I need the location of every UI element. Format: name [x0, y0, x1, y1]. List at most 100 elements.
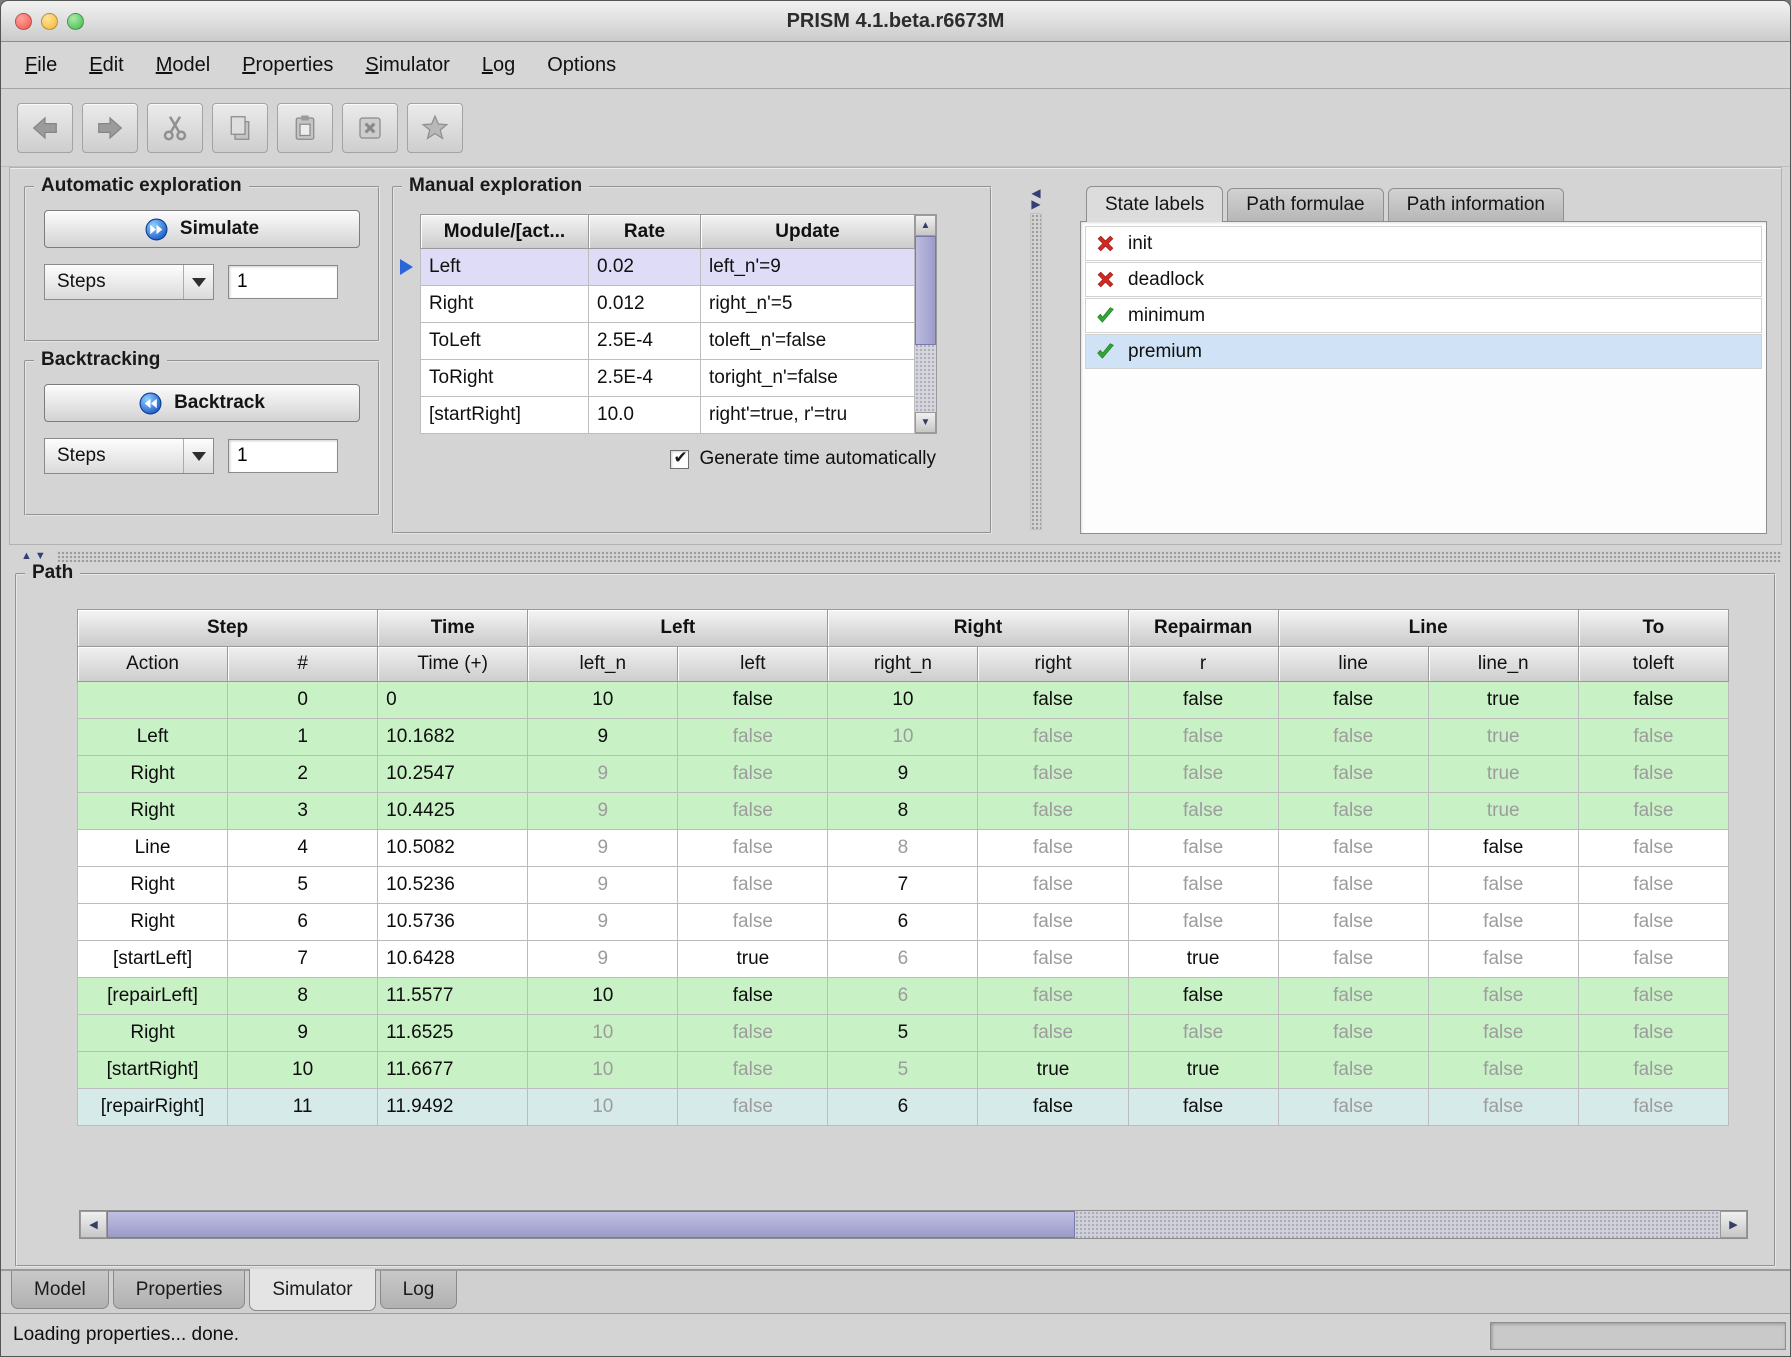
manual-cell[interactable]: [startRight]	[421, 397, 589, 434]
path-cell[interactable]: [repairRight]	[78, 1089, 228, 1126]
path-cell[interactable]: [startLeft]	[78, 941, 228, 978]
manual-row[interactable]: ToLeft2.5E-4toleft_n'=false	[421, 323, 915, 360]
traffic-light-close-button[interactable]	[15, 13, 32, 30]
path-row[interactable]: Right210.25479false9falsefalsefalsetruef…	[78, 756, 1729, 793]
path-cell[interactable]: false	[1128, 1015, 1278, 1052]
path-cell[interactable]: false	[978, 682, 1128, 719]
manual-cell[interactable]: ToRight	[421, 360, 589, 397]
tab-path-formulae[interactable]: Path formulae	[1227, 188, 1383, 221]
path-cell[interactable]: false	[1428, 1089, 1578, 1126]
path-cell[interactable]: 9	[528, 904, 678, 941]
path-cell[interactable]: false	[1128, 1089, 1278, 1126]
tab-state-labels[interactable]: State labels	[1086, 186, 1223, 222]
path-cell[interactable]: Right	[78, 867, 228, 904]
path-cell[interactable]: Right	[78, 1015, 228, 1052]
menu-item-properties[interactable]: Properties	[226, 54, 349, 77]
path-row[interactable]: [repairRight]1111.949210false6falsefalse…	[78, 1089, 1729, 1126]
path-cell[interactable]: 10	[828, 719, 978, 756]
path-cell[interactable]: false	[1278, 1052, 1428, 1089]
path-cell[interactable]: 10	[528, 978, 678, 1015]
path-cell[interactable]: false	[678, 978, 828, 1015]
path-cell[interactable]: false	[1578, 682, 1728, 719]
traffic-light-minimize-button[interactable]	[41, 13, 58, 30]
manual-cell[interactable]: 0.02	[589, 249, 701, 286]
path-cell[interactable]: 10	[528, 1052, 678, 1089]
path-cell[interactable]: false	[1128, 719, 1278, 756]
path-cell[interactable]: true	[1428, 682, 1578, 719]
manual-row[interactable]: [startRight]10.0right'=true, r'=tru	[421, 397, 915, 434]
path-cell[interactable]: 6	[828, 1089, 978, 1126]
state-label-premium[interactable]: premium	[1085, 334, 1762, 369]
path-cell[interactable]: false	[1128, 867, 1278, 904]
bottom-tab-properties[interactable]: Properties	[113, 1271, 246, 1309]
path-cell[interactable]: false	[978, 1089, 1128, 1126]
manual-scroll-thumb[interactable]	[915, 236, 936, 345]
horizontal-splitter[interactable]: ▲▼	[9, 547, 1782, 565]
path-cell[interactable]: 10.2547	[378, 756, 528, 793]
path-cell[interactable]: 3	[228, 793, 378, 830]
vertical-splitter-handle[interactable]	[1030, 213, 1042, 530]
path-cell[interactable]: false	[1278, 719, 1428, 756]
manual-row[interactable]: ToRight2.5E-4toright_n'=false	[421, 360, 915, 397]
path-cell[interactable]: false	[1278, 756, 1428, 793]
path-cell[interactable]: false	[978, 830, 1128, 867]
path-cell[interactable]: 10.5736	[378, 904, 528, 941]
scroll-down-icon[interactable]: ▼	[915, 412, 936, 433]
path-cell[interactable]: false	[1578, 1089, 1728, 1126]
path-cell[interactable]: 11.6525	[378, 1015, 528, 1052]
path-cell[interactable]: false	[978, 978, 1128, 1015]
menu-item-options[interactable]: Options	[531, 54, 632, 77]
path-row[interactable]: [startRight]1011.667710false5truetruefal…	[78, 1052, 1729, 1089]
path-cell[interactable]: false	[1128, 904, 1278, 941]
toolbar-cut-button[interactable]	[147, 103, 203, 153]
path-row[interactable]: Right911.652510false5falsefalsefalsefals…	[78, 1015, 1729, 1052]
path-cell[interactable]: true	[1428, 756, 1578, 793]
path-cell[interactable]: 5	[228, 867, 378, 904]
path-cell[interactable]: Right	[78, 793, 228, 830]
splitter-arrows-icon[interactable]: ◀▶	[1031, 188, 1040, 210]
path-cell[interactable]: 8	[828, 830, 978, 867]
path-row[interactable]: Line410.50829false8falsefalsefalsefalsef…	[78, 830, 1729, 867]
path-cell[interactable]: 5	[828, 1015, 978, 1052]
path-cell[interactable]: 10.6428	[378, 941, 528, 978]
bottom-tab-log[interactable]: Log	[380, 1271, 458, 1309]
path-cell[interactable]: 11.6677	[378, 1052, 528, 1089]
path-cell[interactable]: false	[1278, 978, 1428, 1015]
path-cell[interactable]: false	[1128, 793, 1278, 830]
path-cell[interactable]: false	[1428, 1015, 1578, 1052]
path-cell[interactable]: false	[978, 1015, 1128, 1052]
state-label-init[interactable]: init	[1085, 226, 1762, 261]
path-cell[interactable]: 8	[828, 793, 978, 830]
path-cell[interactable]: 10	[828, 682, 978, 719]
path-cell[interactable]: false	[1428, 978, 1578, 1015]
path-row[interactable]: 0010false10falsefalsefalsetruefalse	[78, 682, 1729, 719]
path-cell[interactable]: 6	[828, 978, 978, 1015]
path-cell[interactable]: true	[678, 941, 828, 978]
path-cell[interactable]: 2	[228, 756, 378, 793]
path-cell[interactable]: 9	[528, 793, 678, 830]
manual-scroll-track[interactable]	[915, 236, 936, 412]
path-row[interactable]: Left110.16829false10falsefalsefalsetruef…	[78, 719, 1729, 756]
toolbar-undo-arrow-button[interactable]	[17, 103, 73, 153]
path-cell[interactable]: false	[978, 904, 1128, 941]
manual-cell[interactable]: toright_n'=false	[701, 360, 915, 397]
menu-item-log[interactable]: Log	[466, 54, 531, 77]
path-cell[interactable]: false	[1128, 682, 1278, 719]
path-cell[interactable]: 8	[228, 978, 378, 1015]
path-cell[interactable]: 10.5082	[378, 830, 528, 867]
menu-item-simulator[interactable]: Simulator	[349, 54, 465, 77]
path-cell[interactable]: [startRight]	[78, 1052, 228, 1089]
path-cell[interactable]: false	[978, 756, 1128, 793]
path-cell[interactable]: false	[1428, 1052, 1578, 1089]
path-cell[interactable]: 10.4425	[378, 793, 528, 830]
manual-cell[interactable]: right_n'=5	[701, 286, 915, 323]
path-row[interactable]: [startLeft]710.64289true6falsetruefalsef…	[78, 941, 1729, 978]
toolbar-redo-arrow-button[interactable]	[82, 103, 138, 153]
path-cell[interactable]: false	[978, 793, 1128, 830]
path-cell[interactable]: false	[978, 719, 1128, 756]
path-scroll-track[interactable]	[107, 1211, 1720, 1238]
path-cell[interactable]: false	[1278, 904, 1428, 941]
manual-row[interactable]: Right0.012right_n'=5	[421, 286, 915, 323]
generate-time-checkbox[interactable]	[670, 450, 689, 469]
path-cell[interactable]: 1	[228, 719, 378, 756]
